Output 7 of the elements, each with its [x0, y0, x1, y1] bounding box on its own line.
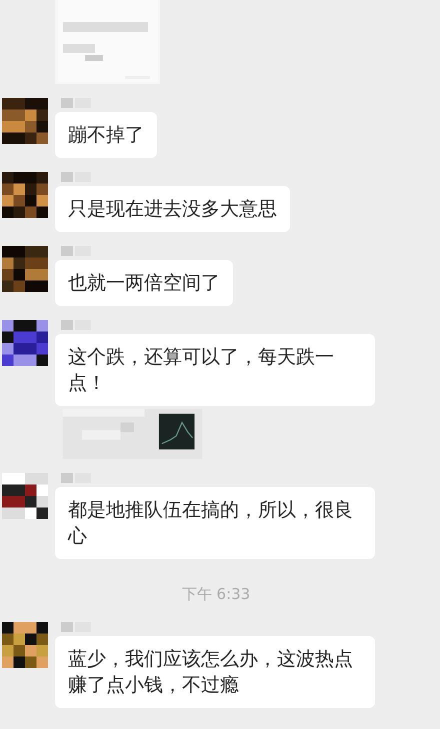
timestamp: 下午 6:33: [182, 585, 252, 604]
message-bubble: 蓝少，我们应该怎么办，这波热点赚了点小钱，不过瘾: [55, 636, 375, 708]
message-bubble: 也就一两倍空间了: [55, 260, 233, 306]
message-bubble: 都是地推队伍在搞的，所以，很良心: [55, 487, 375, 559]
message-bubble: 这个跌，还算可以了，每天跌一点！: [55, 334, 375, 406]
message-bubble: 蹦不掉了: [55, 112, 157, 158]
message-bubble: 只是现在进去没多大意思: [55, 186, 290, 232]
